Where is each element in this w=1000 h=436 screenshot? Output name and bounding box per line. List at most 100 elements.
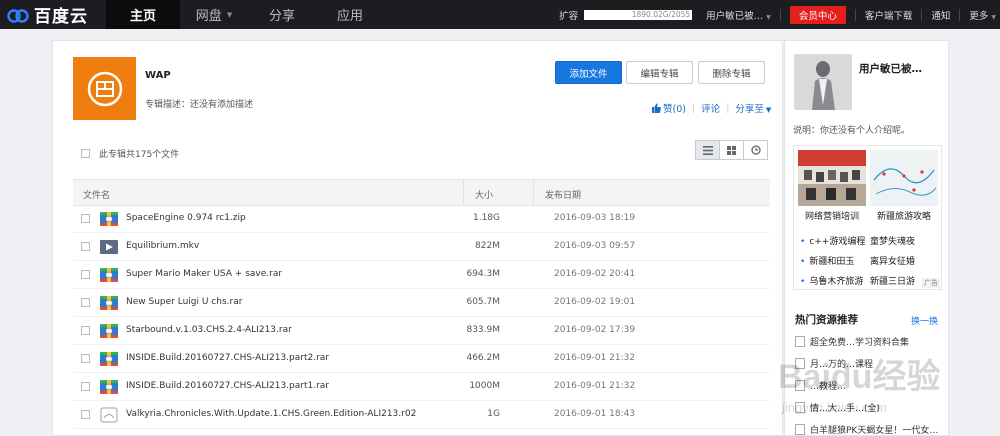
col-date-header[interactable]: 发布日期 bbox=[545, 188, 581, 201]
file-date: 2016-09-01 18:43 bbox=[554, 409, 636, 419]
refresh-link[interactable]: 换一换 bbox=[911, 314, 938, 327]
user-menu[interactable]: 用户敏已被… ▼ bbox=[706, 8, 771, 22]
table-row[interactable]: Starbound.v.1.03.CHS.2.4-ALI213.rar 833.9… bbox=[73, 317, 770, 345]
profile-username[interactable]: 用户敏已被… bbox=[859, 61, 922, 76]
col-size-header[interactable]: 大小 bbox=[475, 188, 493, 201]
share-label: 分享至 bbox=[735, 104, 764, 115]
file-list: SpaceEngine 0.974 rc1.zip 1.18G 2016-09-03… bbox=[73, 205, 770, 429]
row-checkbox[interactable] bbox=[81, 354, 90, 363]
row-checkbox[interactable] bbox=[81, 326, 90, 335]
hot-item[interactable]: …教程… bbox=[795, 379, 846, 392]
hot-item-label: 白羊腿狼PK天蝎女星！一代女… bbox=[810, 426, 939, 436]
view-switcher bbox=[695, 140, 768, 160]
row-checkbox[interactable] bbox=[81, 410, 90, 419]
file-size: 1.18G bbox=[472, 213, 500, 223]
album-title: WAP bbox=[145, 70, 171, 81]
ad-link-label: 新疆和田玉 bbox=[809, 257, 855, 267]
ad-link[interactable]: • 乌鲁木齐旅游 bbox=[800, 274, 863, 287]
ad-caption-travel[interactable]: 新疆旅游攻略 bbox=[868, 209, 940, 222]
row-checkbox[interactable] bbox=[81, 298, 90, 307]
edit-album-button[interactable]: 编辑专辑 bbox=[626, 61, 693, 84]
table-row[interactable]: Super Mario Maker USA + save.rar 694.3M 20… bbox=[73, 261, 770, 289]
table-row[interactable]: New Super Luigi U chs.rar 605.7M 2016-09-0… bbox=[73, 289, 770, 317]
hot-item[interactable]: 白羊腿狼PK天蝎女星！一代女… bbox=[795, 423, 939, 436]
delete-album-button[interactable]: 删除专辑 bbox=[698, 61, 765, 84]
file-name[interactable]: Valkyria.Chronicles.With.Update.1.CHS.Gr… bbox=[126, 409, 416, 419]
file-name[interactable]: New Super Luigi U chs.rar bbox=[126, 297, 242, 307]
baidu-cloud-logo[interactable]: 百度云 bbox=[6, 4, 88, 27]
file-date: 2016-09-02 20:41 bbox=[554, 269, 636, 279]
nav-share[interactable]: 分享 bbox=[248, 0, 316, 29]
table-row[interactable]: INSIDE.Build.20160727.CHS-ALI213.part1.r… bbox=[73, 373, 770, 401]
row-checkbox[interactable] bbox=[81, 270, 90, 279]
table-row[interactable]: INSIDE.Build.20160727.CHS-ALI213.part2.r… bbox=[73, 345, 770, 373]
ad-tag: 广告 bbox=[922, 278, 940, 288]
ad-link[interactable]: 童梦失魂夜 bbox=[870, 234, 915, 247]
rar-file-icon bbox=[100, 295, 118, 311]
ad-link[interactable]: 新疆三日游 bbox=[870, 274, 915, 287]
chevron-down-icon: ▼ bbox=[226, 10, 233, 19]
top-right-menu: 扩容 1890.02G/2055 用户敏已被… ▼ 会员中心 客户端下载 通知 更… bbox=[559, 0, 1000, 29]
table-row[interactable]: Valkyria.Chronicles.With.Update.1.CHS.Gr… bbox=[73, 401, 770, 429]
ad-link[interactable]: 离异女征婚 bbox=[870, 254, 915, 267]
table-row[interactable]: Equilibrium.mkv 822M 2016-09-03 09:57 bbox=[73, 233, 770, 261]
ad-image-training[interactable] bbox=[798, 150, 866, 206]
file-size: 833.9M bbox=[466, 325, 500, 335]
avatar[interactable] bbox=[794, 54, 852, 110]
row-checkbox[interactable] bbox=[81, 214, 90, 223]
file-name[interactable]: Starbound.v.1.03.CHS.2.4-ALI213.rar bbox=[126, 325, 292, 335]
album-panel: WAP 专辑描述：还没有添加描述 添加文件 编辑专辑 删除专辑 赞(0) | 评… bbox=[52, 40, 783, 436]
timeline-view-button[interactable] bbox=[743, 140, 768, 160]
ad-link[interactable]: • c++游戏编程 bbox=[800, 234, 865, 247]
brand-name: 百度云 bbox=[34, 7, 88, 27]
rar-file-icon bbox=[100, 267, 118, 283]
more-menu[interactable]: 更多 ▼ bbox=[969, 8, 996, 22]
vip-center-button[interactable]: 会员中心 bbox=[789, 5, 846, 24]
ad-caption-training[interactable]: 网络营销培训 bbox=[796, 209, 868, 222]
col-name-header[interactable]: 文件名 bbox=[83, 188, 110, 201]
list-view-button[interactable] bbox=[695, 140, 720, 160]
file-size: 1G bbox=[487, 409, 500, 419]
notify-link[interactable]: 通知 bbox=[931, 8, 950, 22]
file-size: 694.3M bbox=[466, 269, 500, 279]
select-all-checkbox[interactable] bbox=[81, 149, 90, 158]
nav-netdisk[interactable]: 网盘 ▼ bbox=[180, 0, 248, 29]
file-name[interactable]: Equilibrium.mkv bbox=[126, 241, 199, 251]
ad-link-label: c++游戏编程 bbox=[809, 237, 866, 247]
add-file-button[interactable]: 添加文件 bbox=[555, 61, 622, 84]
hot-item[interactable]: 月…万的…课程 bbox=[795, 357, 873, 370]
nav-share-label: 分享 bbox=[268, 9, 295, 24]
file-table-header: 文件名 大小 发布日期 bbox=[73, 179, 770, 206]
file-icon bbox=[795, 424, 805, 435]
comment-link[interactable]: 评论 bbox=[701, 101, 720, 115]
grid-view-button[interactable] bbox=[719, 140, 744, 160]
hot-item[interactable]: 情…大…手…(全) bbox=[795, 401, 880, 414]
ad-image-travel[interactable] bbox=[870, 150, 938, 206]
ad-link-label: 离异女征婚 bbox=[870, 257, 916, 267]
row-checkbox[interactable] bbox=[81, 242, 90, 251]
nav-home[interactable]: 主页 bbox=[106, 0, 180, 29]
ad-link[interactable]: • 新疆和田玉 bbox=[800, 254, 854, 267]
share-menu[interactable]: 分享至 ▼ bbox=[735, 101, 771, 115]
user-sidebar: 用户敏已被… 说明：你还没有个人介绍呢。 网络营销培训 新疆旅游攻略 • c++… bbox=[784, 40, 949, 436]
file-name[interactable]: Super Mario Maker USA + save.rar bbox=[126, 269, 282, 279]
main-nav: 主页 网盘 ▼ 分享 应用 bbox=[106, 0, 384, 29]
table-row[interactable]: SpaceEngine 0.974 rc1.zip 1.18G 2016-09-03… bbox=[73, 205, 770, 233]
nav-apps[interactable]: 应用 bbox=[316, 0, 384, 29]
client-download-link[interactable]: 客户端下载 bbox=[865, 8, 913, 22]
hot-item[interactable]: 超全免费…学习资料合集 bbox=[795, 335, 909, 348]
album-description: 专辑描述：还没有添加描述 bbox=[145, 100, 254, 110]
row-checkbox[interactable] bbox=[81, 382, 90, 391]
chevron-down-icon: ▼ bbox=[765, 106, 772, 114]
file-name[interactable]: SpaceEngine 0.974 rc1.zip bbox=[126, 213, 246, 223]
file-date: 2016-09-03 09:57 bbox=[554, 241, 636, 251]
nav-netdisk-label: 网盘 bbox=[195, 9, 222, 24]
file-name[interactable]: INSIDE.Build.20160727.CHS-ALI213.part2.r… bbox=[126, 353, 329, 363]
expand-link[interactable]: 扩容 bbox=[559, 8, 578, 22]
bullet: • bbox=[800, 237, 806, 247]
like-button[interactable]: 赞(0) bbox=[663, 101, 686, 115]
file-date: 2016-09-02 19:01 bbox=[554, 297, 636, 307]
file-name[interactable]: INSIDE.Build.20160727.CHS-ALI213.part1.r… bbox=[126, 381, 329, 391]
training-photo bbox=[798, 150, 866, 206]
divider bbox=[959, 8, 961, 21]
